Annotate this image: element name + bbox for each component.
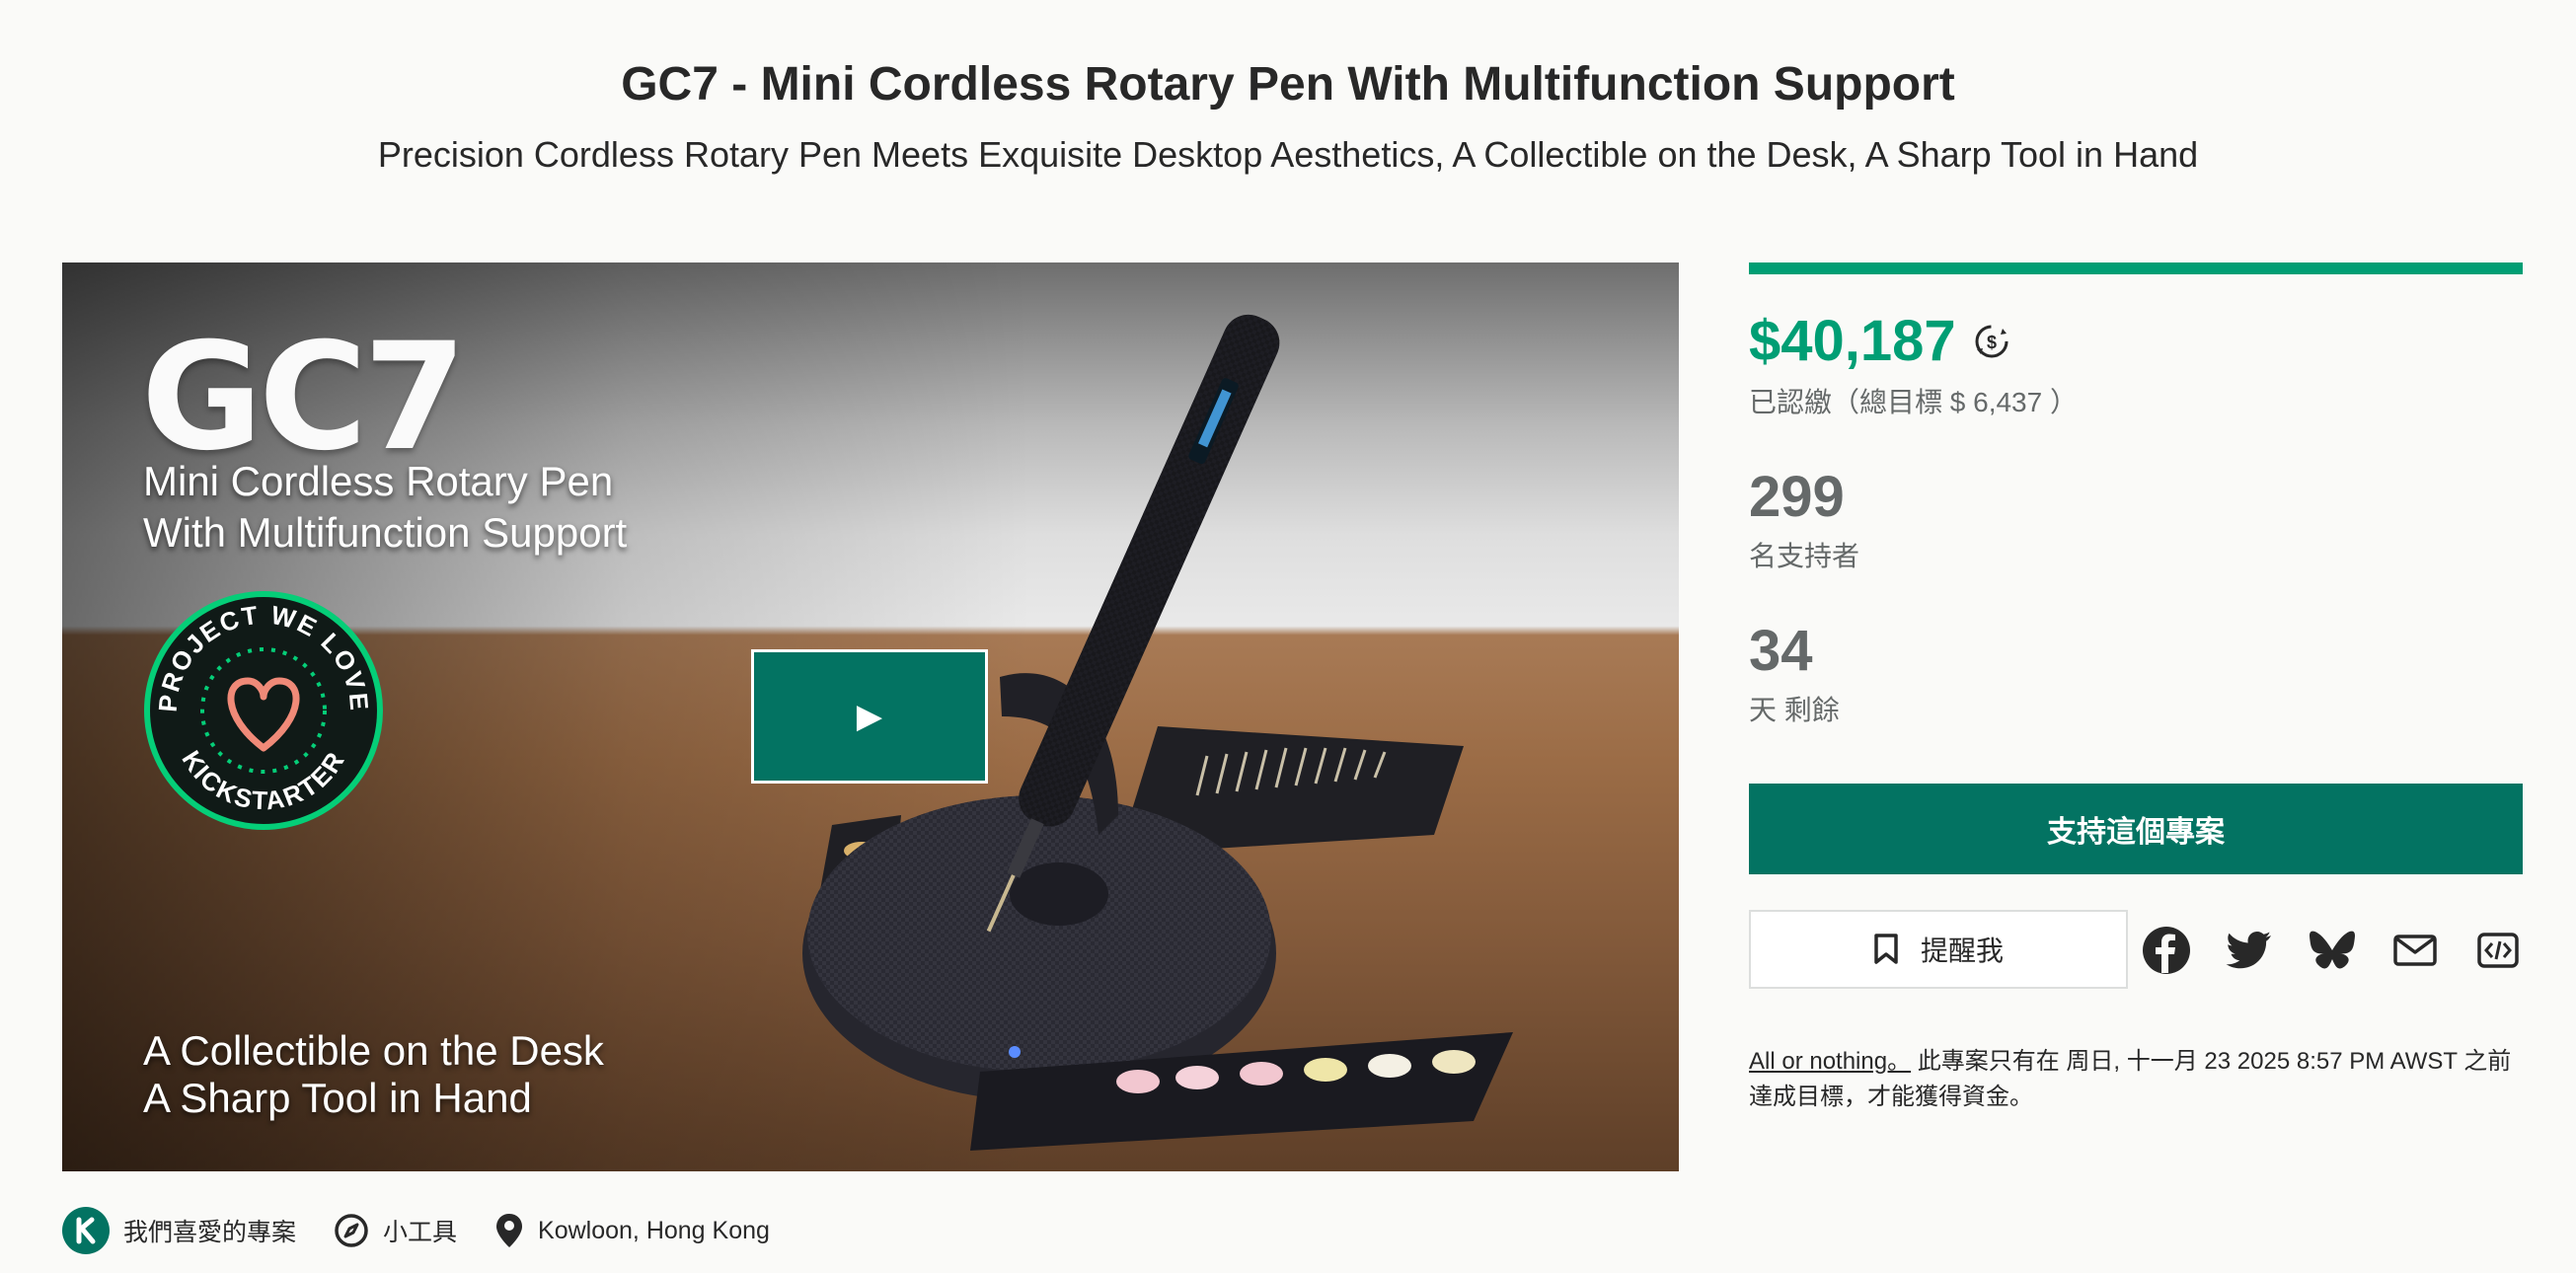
funding-progress-fill [1749, 262, 2523, 274]
funding-progress-bar [1749, 262, 2523, 274]
goal-text: 已認繳（總目標 $ 6,437 ） [1749, 387, 2078, 417]
video-tagline-bottom: A Collectible on the Desk A Sharp Tool i… [143, 1027, 604, 1121]
back-project-button[interactable]: 支持這個專案 [1749, 784, 2523, 874]
currency-convert-icon[interactable]: $ [1970, 320, 2013, 363]
project-we-love-link[interactable]: 我們喜愛的專案 [62, 1207, 296, 1254]
bluesky-icon[interactable] [2308, 926, 2357, 975]
twitter-icon[interactable] [2225, 926, 2274, 975]
compass-icon [335, 1214, 368, 1247]
bookmark-icon [1874, 934, 1898, 964]
video-tagline-top: Mini Cordless Rotary Pen With Multifunct… [143, 458, 628, 556]
location-link[interactable]: Kowloon, Hong Kong [494, 1212, 770, 1249]
pledged-amount: $40,187 $ [1749, 308, 2013, 374]
remind-me-button[interactable]: 提醒我 [1749, 910, 2128, 989]
svg-text:$: $ [1987, 333, 1997, 352]
backers-label: 名支持者 [1749, 541, 1860, 571]
days-remaining: 34 [1749, 619, 1813, 683]
category-label: 小工具 [383, 1219, 458, 1246]
location-pin-icon [496, 1214, 523, 1247]
play-video-button[interactable]: ▶ [751, 649, 988, 784]
kickstarter-logo-icon [62, 1207, 110, 1254]
project-video[interactable]: GC7 Mini Cordless Rotary Pen With Multif… [62, 262, 1679, 1171]
email-icon[interactable] [2390, 926, 2440, 975]
project-we-love-label: 我們喜愛的專案 [123, 1219, 297, 1246]
all-or-nothing-link[interactable]: All or nothing。 [1749, 1048, 1911, 1075]
project-meta: 我們喜愛的專案 小工具 Kowloon, Hong Kong [62, 1206, 807, 1255]
location-label: Kowloon, Hong Kong [538, 1216, 770, 1244]
project-subtitle: Precision Cordless Rotary Pen Meets Exqu… [377, 134, 2199, 175]
days-label: 天 剩餘 [1749, 695, 1840, 725]
funding-terms: All or nothing。 此專案只有在 周日, 十一月 23 2025 8… [1749, 1044, 2529, 1115]
remind-me-label: 提醒我 [1920, 936, 2004, 966]
pledged-value: $40,187 [1749, 309, 1956, 373]
facebook-icon[interactable] [2142, 926, 2191, 975]
embed-icon[interactable] [2473, 926, 2523, 975]
backers-count: 299 [1749, 465, 1845, 529]
project-we-love-badge: PROJECT WE LOVE KICKSTARTER [144, 591, 383, 830]
play-icon: ▶ [856, 698, 883, 735]
category-link[interactable]: 小工具 [334, 1213, 457, 1248]
project-title: GC7 - Mini Cordless Rotary Pen With Mult… [621, 58, 1955, 111]
